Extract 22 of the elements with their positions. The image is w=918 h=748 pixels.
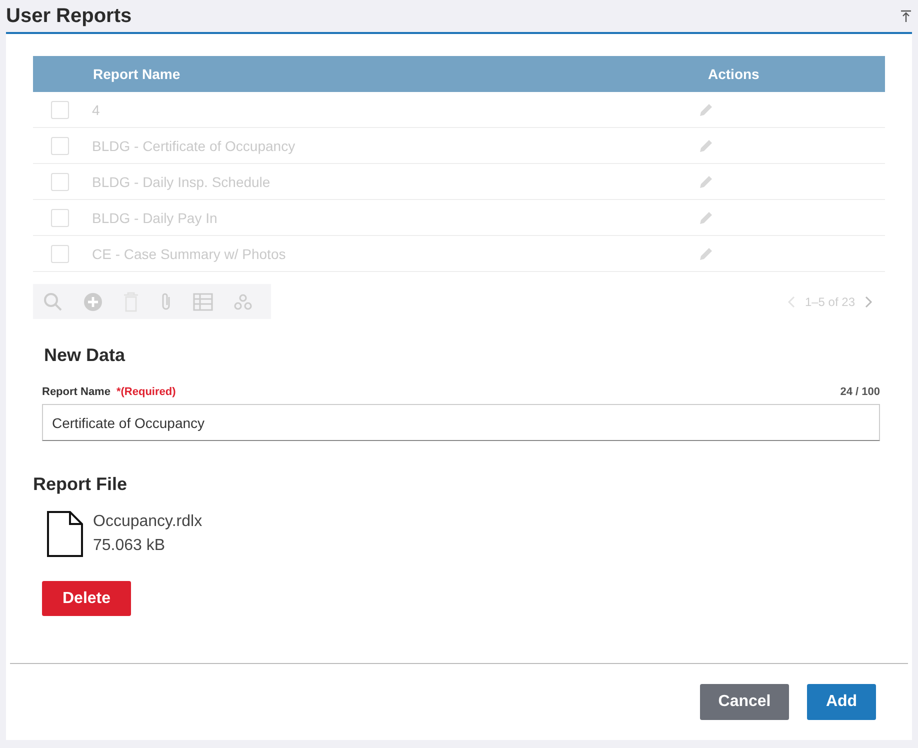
table-icon[interactable] [193, 292, 213, 310]
collapse-icon[interactable] [900, 10, 912, 22]
previous-page-icon[interactable] [786, 296, 795, 308]
cancel-button[interactable]: Cancel [700, 684, 789, 720]
file-name: Occupancy.rdlx [93, 513, 202, 531]
next-page-icon[interactable] [865, 296, 873, 308]
gears-icon[interactable] [233, 292, 253, 310]
add-icon[interactable] [83, 292, 103, 312]
section-title: New Data [44, 345, 126, 366]
file-size: 75.063 kB [93, 537, 166, 555]
field-label: Report Name [42, 386, 110, 398]
page-title: User Reports [6, 4, 132, 28]
character-counter: 24 / 100 [840, 386, 880, 398]
report-name-field[interactable]: Certificate of Occupancy [42, 404, 880, 441]
search-icon[interactable] [43, 292, 63, 312]
required-marker: *(Required) [116, 386, 176, 398]
section-title: Report File [33, 474, 128, 495]
file-icon [47, 511, 83, 557]
add-button[interactable]: Add [807, 684, 876, 720]
column-header: Report Name [93, 66, 182, 82]
delete-button[interactable]: Delete [42, 581, 131, 616]
column-header: Actions [708, 66, 760, 82]
